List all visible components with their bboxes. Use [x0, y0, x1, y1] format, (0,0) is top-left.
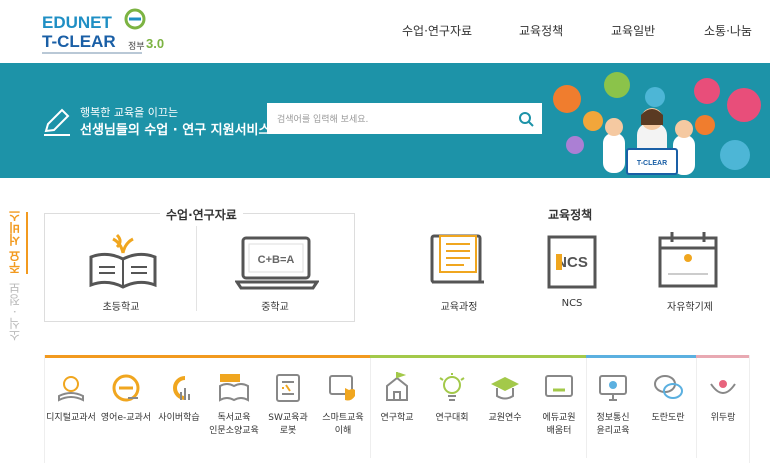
board-formula: C+B=A — [258, 254, 295, 266]
graduation-bubble-icon — [720, 140, 750, 170]
logo-gov: 정부 — [128, 42, 145, 52]
search-input[interactable]: 검색어를 입력해 보세요. — [277, 112, 368, 125]
service-label: 독서교육 인문소양교육 — [209, 413, 259, 436]
item-elementary[interactable]: 초등학교 — [96, 298, 146, 313]
abc-bubble-icon — [727, 88, 761, 122]
service-teacher-training[interactable]: 교원연수 — [479, 362, 531, 457]
service-edu-learning-place[interactable]: 에듀교원 배움터 — [533, 362, 585, 457]
tab-main-services[interactable]: 주요 서비스 — [6, 210, 23, 274]
service-english-etextbook[interactable]: 영어e-교과서 — [100, 362, 152, 457]
edunet-tclear-logo[interactable]: EDUNET T-CLEAR 정부 3.0 — [42, 8, 182, 56]
person-head-icon — [675, 120, 693, 138]
header: EDUNET T-CLEAR 정부 3.0 수업·연구자료 교육정책 교육일반 … — [0, 0, 770, 63]
service-ict-ethics[interactable]: 정보통신 윤리교육 — [587, 362, 639, 457]
service-label: 사이버학습 — [158, 413, 200, 423]
nav-general[interactable]: 교육일반 — [611, 22, 655, 39]
nav-community[interactable]: 소통·나눔 — [704, 22, 752, 39]
hero-banner: 행복한 교육을 이끄는 선생님들의 수업 · 연구 지원서비스 검색어를 입력해… — [0, 63, 770, 178]
person-head-icon — [605, 118, 623, 136]
service-research-contest[interactable]: 연구대회 — [426, 362, 478, 457]
laptop-board-icon[interactable]: C+B=A — [235, 236, 319, 292]
computer-icon — [599, 375, 627, 401]
graduation-cap-icon — [491, 377, 519, 400]
tab-news-info[interactable]: 소식 · 정보 — [6, 282, 23, 341]
service-label: 교원연수 — [488, 413, 522, 423]
service-label: 정보통신 윤리교육 — [596, 413, 630, 436]
nav-policy[interactable]: 교육정책 — [519, 22, 563, 39]
service-label: 연구학교 — [380, 413, 414, 423]
service-smart-education[interactable]: 스마트교육 이해 — [317, 362, 369, 457]
service-doran-doran[interactable]: 도란도란 — [642, 362, 694, 457]
service-label: 영어e-교과서 — [100, 413, 152, 423]
curriculum-book-icon[interactable] — [428, 232, 488, 290]
service-label: SW교육과 로봇 — [268, 413, 308, 436]
e-letter-icon — [112, 374, 140, 402]
monitor-icon — [545, 375, 573, 397]
logo-tagline-line — [42, 52, 142, 54]
side-tabs: 주요 서비스 소식 · 정보 — [4, 210, 24, 350]
item-ncs[interactable]: NCS — [547, 298, 597, 309]
logo-version: 3.0 — [146, 36, 165, 51]
e-logo-icon — [124, 8, 146, 30]
digital-textbook-icon — [58, 376, 84, 402]
monitor-label: T-CLEAR — [637, 160, 667, 167]
wedurang-icon — [710, 380, 736, 394]
service-digital-textbook[interactable]: 디지털교과서 — [45, 362, 97, 457]
service-sw-robot[interactable]: SW교육과 로봇 — [262, 362, 314, 457]
search-icon[interactable] — [516, 109, 536, 129]
cyber-learning-icon — [173, 376, 190, 400]
lightbulb-icon — [439, 373, 465, 401]
person-icon — [603, 133, 625, 173]
code-document-icon — [276, 374, 300, 402]
service-wedurang[interactable]: 위두랑 — [697, 362, 749, 457]
bubble-icon — [694, 78, 720, 104]
active-tab-indicator — [26, 212, 28, 274]
service-label: 스마트교육 이해 — [322, 413, 364, 436]
open-book-icon[interactable] — [87, 233, 159, 291]
service-research-school[interactable]: 연구학교 — [371, 362, 423, 457]
calendar-icon[interactable] — [656, 230, 720, 290]
ncs-icon[interactable]: NCS — [546, 234, 600, 290]
nav-research[interactable]: 수업·연구자료 — [402, 22, 472, 39]
divider — [196, 226, 197, 311]
service-reading-education[interactable]: 독서교육 인문소양교육 — [208, 362, 260, 457]
bubble-icon — [553, 85, 581, 113]
smart-touch-icon — [329, 375, 355, 401]
service-label: 에듀교원 배움터 — [542, 413, 576, 436]
bubble-icon — [645, 87, 665, 107]
service-cyber-learning[interactable]: 사이버학습 — [153, 362, 205, 457]
school-icon — [386, 372, 408, 401]
item-free-semester[interactable]: 자유학기제 — [660, 298, 720, 313]
chat-bubbles-icon — [654, 375, 683, 399]
section-title-research: 수업·연구자료 — [160, 206, 243, 223]
teachers-illustration: T-CLEAR — [553, 72, 761, 175]
logo-line1: EDUNET — [42, 13, 112, 32]
banner-title: 선생님들의 수업 · 연구 지원서비스 — [80, 123, 271, 138]
book-icon — [219, 374, 249, 402]
logo-line2: T-CLEAR — [42, 32, 116, 51]
service-label: 도란도란 — [651, 413, 685, 423]
service-label: 연구대회 — [435, 413, 469, 423]
banner-subtitle: 행복한 교육을 이끄는 — [80, 106, 179, 119]
search-box[interactable]: 검색어를 입력해 보세요. — [267, 103, 542, 134]
pencil-icon — [44, 108, 70, 136]
service-label: 디지털교과서 — [46, 413, 96, 423]
service-label: 위두랑 — [710, 413, 736, 423]
item-curriculum[interactable]: 교육과정 — [434, 298, 484, 313]
bubble-icon — [566, 136, 584, 154]
bubble-icon — [583, 111, 603, 131]
bubble-icon — [604, 72, 630, 98]
item-middle[interactable]: 중학교 — [250, 298, 300, 313]
section-title-policy: 교육정책 — [548, 208, 593, 222]
bubble-icon — [695, 115, 715, 135]
